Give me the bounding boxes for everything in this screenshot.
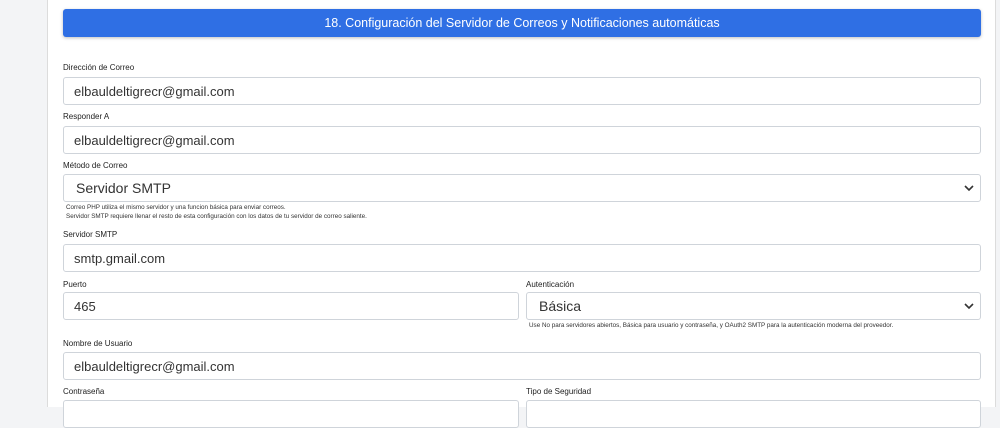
reply-to-input[interactable]: elbauldeltigrecr@gmail.com xyxy=(63,126,981,154)
mail-method-help-1: Correo PHP utiliza el mismo servidor y u… xyxy=(66,204,286,211)
from-address-input[interactable]: elbauldeltigrecr@gmail.com xyxy=(63,77,981,105)
port-label: Puerto xyxy=(63,280,87,289)
settings-card: 18. Configuración del Servidor de Correo… xyxy=(47,0,996,428)
authentication-help: Use No para servidores abiertos, Básica … xyxy=(529,322,894,329)
authentication-select[interactable]: Básica xyxy=(526,292,981,320)
chevron-down-icon xyxy=(964,185,974,192)
from-address-label: Dirección de Correo xyxy=(63,63,135,72)
mail-method-label: Método de Correo xyxy=(63,161,128,170)
chevron-down-icon xyxy=(964,303,974,310)
authentication-value: Básica xyxy=(539,298,582,314)
authentication-label: Autenticación xyxy=(526,280,575,289)
mail-method-select[interactable]: Servidor SMTP xyxy=(63,174,981,202)
mail-method-help-2: Servidor SMTP requiere llenar el resto d… xyxy=(66,213,367,220)
password-label: Contraseña xyxy=(63,387,105,396)
security-type-select[interactable] xyxy=(526,400,981,428)
username-input[interactable]: elbauldeltigrecr@gmail.com xyxy=(63,352,981,380)
password-input[interactable] xyxy=(63,400,519,428)
smtp-server-label: Servidor SMTP xyxy=(63,230,118,239)
port-input[interactable]: 465 xyxy=(63,292,519,320)
reply-to-label: Responder A xyxy=(63,112,110,121)
username-label: Nombre de Usuario xyxy=(63,339,133,348)
smtp-server-input[interactable]: smtp.gmail.com xyxy=(63,244,981,272)
mail-method-value: Servidor SMTP xyxy=(76,180,171,196)
security-type-label: Tipo de Seguridad xyxy=(526,387,592,396)
section-header-button[interactable]: 18. Configuración del Servidor de Correo… xyxy=(63,9,981,37)
